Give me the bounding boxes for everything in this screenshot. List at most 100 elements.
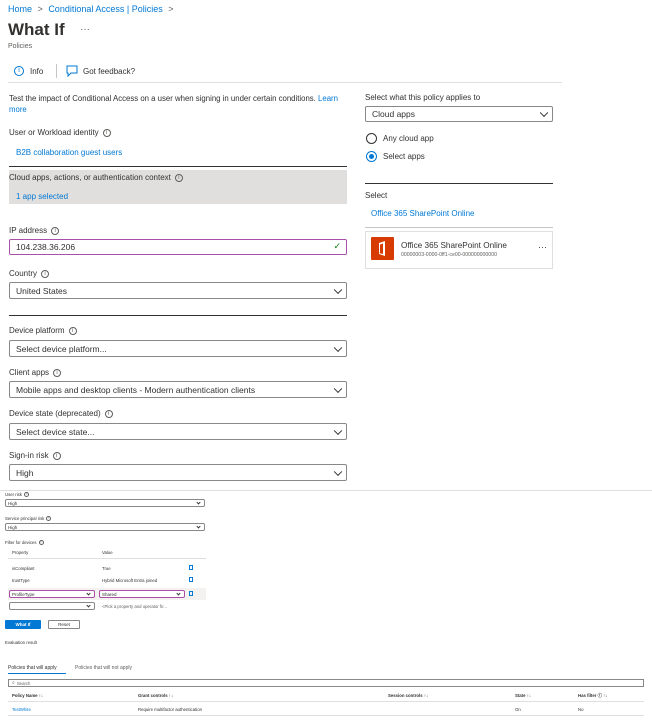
radio-any-cloud-app[interactable] [366, 133, 377, 144]
delete-icon[interactable] [189, 577, 193, 582]
filter-new-placeholder: <Pick a property and operator fir... [102, 604, 167, 609]
tab-policies-will-apply[interactable]: Policies that will apply [8, 665, 57, 671]
chevron-down-icon [539, 108, 549, 118]
ip-input[interactable]: 104.238.36.206 ✓ [9, 239, 347, 255]
info-icon: i [14, 66, 24, 76]
identity-label: User or Workload identity i [9, 128, 111, 137]
client-apps-dropdown-value: Mobile apps and desktop clients - Modern… [16, 384, 256, 395]
filter-col-property: Property [12, 550, 29, 555]
col-has-filter[interactable]: Has filter ⓘ ↑↓ [578, 693, 607, 699]
what-if-button[interactable]: What If [5, 620, 41, 629]
breadcrumb-conditional-access[interactable]: Conditional Access | Policies [48, 4, 162, 14]
chevron-down-icon [86, 603, 91, 608]
feedback-button[interactable]: Got feedback? [66, 65, 135, 77]
page-subtitle: Policies [8, 43, 33, 50]
intro-description: Test the impact of Conditional Access on… [9, 94, 316, 103]
reset-button[interactable]: Reset [48, 620, 80, 629]
chevron-down-icon [333, 343, 343, 352]
identity-value-link[interactable]: B2B collaboration guest users [16, 148, 122, 157]
applies-dropdown-value: Cloud apps [372, 109, 416, 119]
delete-icon[interactable] [189, 591, 193, 596]
cloud-apps-value-link[interactable]: 1 app selected [16, 192, 68, 201]
country-label-text: Country [9, 269, 38, 278]
chevron-down-icon [176, 591, 181, 596]
filter-edit-value-dropdown[interactable]: Shared [99, 590, 185, 598]
search-input[interactable]: ⌕ Search [8, 679, 644, 687]
device-state-label: Device state (deprecated) i [9, 409, 113, 418]
chevron-down-icon [196, 524, 201, 529]
page-title: What If [8, 20, 65, 39]
filter-row-property: trustType [12, 578, 30, 583]
filter-label: Filter for devices i [5, 540, 44, 546]
app-card-id: 00000003-0000-0ff1-ce00-000000000000 [401, 252, 497, 258]
col-session-controls[interactable]: Session controls ↑↓ [388, 693, 428, 698]
filter-row-value: Hybrid Microsoft Entra joined [102, 578, 158, 583]
table-row-filter: No [578, 707, 584, 712]
device-platform-dropdown[interactable]: Select device platform... [9, 340, 347, 357]
tab-policies-will-not-apply[interactable]: Policies that will not apply [75, 665, 132, 671]
info-icon: i [104, 409, 113, 418]
client-apps-dropdown[interactable]: Mobile apps and desktop clients - Modern… [9, 381, 347, 398]
col-policy-name[interactable]: Policy Name ↑↓ [12, 693, 43, 698]
info-icon: i [41, 269, 50, 278]
ip-label: IP address i [9, 226, 60, 235]
user-risk-label: User risk i [5, 492, 29, 498]
app-card-more-icon[interactable]: ··· [538, 242, 547, 252]
radio-any-label: Any cloud app [383, 134, 434, 143]
radio-select-label: Select apps [383, 152, 425, 161]
cloud-apps-label-text: Cloud apps, actions, or authentication c… [9, 173, 171, 182]
country-label: Country i [9, 269, 50, 278]
country-dropdown-value: United States [16, 285, 68, 296]
breadcrumb-home[interactable]: Home [8, 4, 32, 14]
table-row-policy-link[interactable]: TestWhite [12, 707, 31, 712]
filter-label-text: Filter for devices [5, 540, 37, 545]
chevron-down-icon [333, 467, 343, 476]
user-risk-label-text: User risk [5, 492, 22, 497]
chevron-down-icon [333, 426, 343, 435]
device-state-dropdown-value: Select device state... [16, 426, 95, 437]
sp-risk-label: Service principal risk i [5, 516, 52, 522]
ip-label-text: IP address [9, 226, 48, 235]
col-state[interactable]: State ↑↓ [515, 693, 531, 698]
search-placeholder: Search [16, 680, 31, 686]
filter-edit-value-value: Shared [102, 591, 117, 597]
applies-label: Select what this policy applies to [365, 93, 481, 102]
intro-text: Test the impact of Conditional Access on… [9, 93, 339, 115]
feedback-icon [66, 65, 78, 77]
filter-edit-property-dropdown[interactable]: ProfileType [9, 590, 95, 598]
client-apps-label: Client apps i [9, 368, 62, 377]
more-options-icon[interactable]: ··· [80, 24, 90, 35]
device-state-dropdown[interactable]: Select device state... [9, 423, 347, 440]
chevron-down-icon [333, 285, 343, 294]
signin-risk-label: Sign-in risk i [9, 451, 61, 460]
info-button[interactable]: i Info [14, 66, 43, 76]
sp-risk-dropdown[interactable]: High [5, 523, 205, 531]
info-icon: i [53, 368, 62, 377]
client-apps-label-text: Client apps [9, 368, 50, 377]
col-grant-controls[interactable]: Grant controls ↑↓ [138, 693, 173, 698]
ip-input-value: 104.238.36.206 [16, 242, 76, 252]
selected-app-link[interactable]: Office 365 SharePoint Online [371, 209, 474, 218]
country-dropdown[interactable]: United States [9, 282, 347, 299]
delete-icon[interactable] [189, 565, 193, 570]
feedback-label: Got feedback? [83, 66, 136, 76]
breadcrumb: Home > Conditional Access | Policies > [8, 4, 177, 14]
info-icon: i [68, 326, 77, 335]
filter-new-property-dropdown[interactable] [9, 602, 95, 610]
filter-col-value: Value [102, 550, 113, 555]
select-label: Select [365, 191, 388, 200]
device-platform-label-text: Device platform [9, 326, 65, 335]
info-icon: i [38, 540, 44, 546]
tab-active-underline [8, 673, 66, 674]
app-card-name: Office 365 SharePoint Online [401, 241, 507, 250]
info-icon: i [46, 516, 52, 522]
divider [365, 183, 553, 184]
signin-risk-dropdown[interactable]: High [9, 464, 347, 481]
toolbar-underline [8, 82, 562, 83]
applies-dropdown[interactable]: Cloud apps [365, 106, 553, 122]
divider [9, 315, 347, 316]
device-platform-label: Device platform i [9, 326, 77, 335]
user-risk-dropdown[interactable]: High [5, 499, 205, 507]
radio-select-apps[interactable] [366, 151, 377, 162]
device-platform-dropdown-value: Select device platform... [16, 343, 107, 354]
